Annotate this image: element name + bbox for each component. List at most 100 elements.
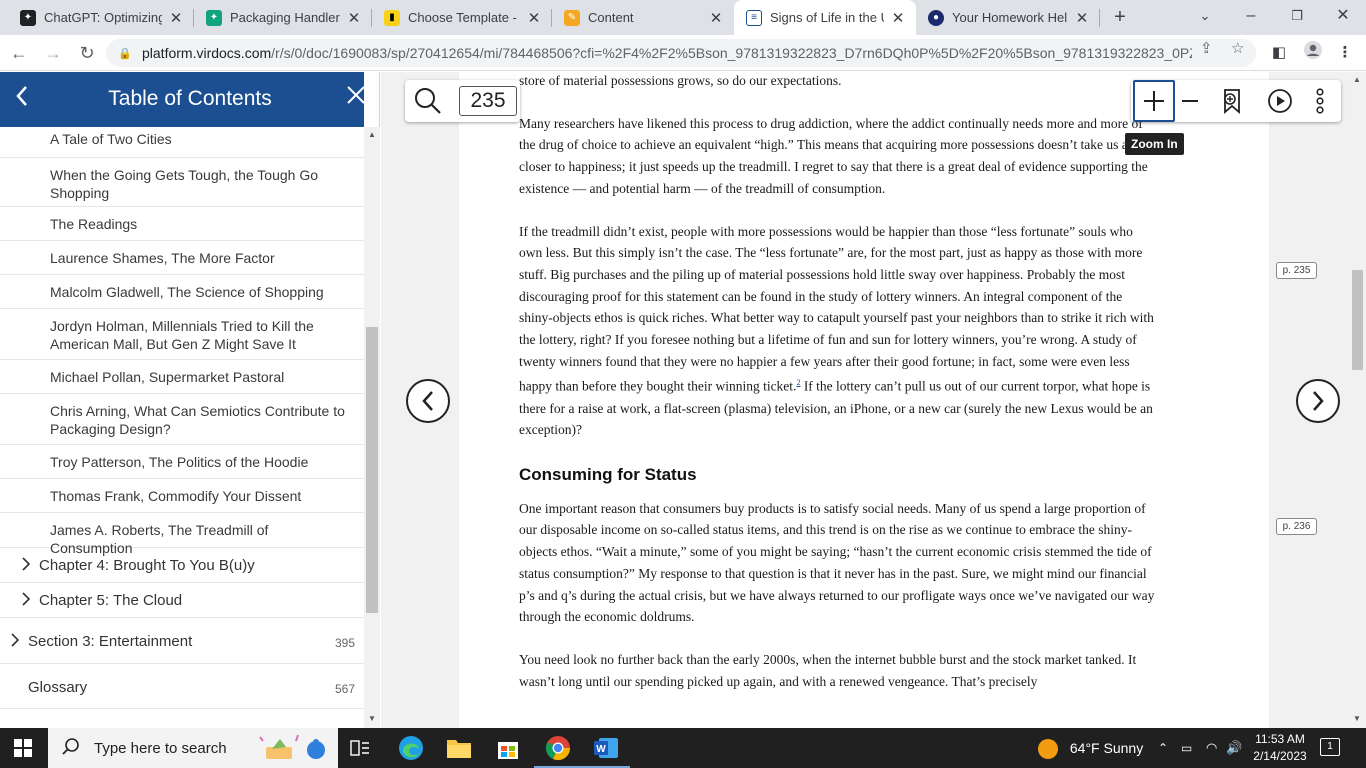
toc-item[interactable]: A Tale of Two Cities xyxy=(0,127,364,158)
bookmark-star-icon[interactable]: ☆ xyxy=(1231,39,1244,57)
taskbar-search-placeholder: Type here to search xyxy=(94,739,227,757)
search-icon xyxy=(62,737,82,760)
toc-sidebar: Table of Contents A Tale of Two Cities W… xyxy=(0,72,380,728)
browser-tab-packaging[interactable]: ✦ Packaging Handler Re ✕ xyxy=(194,0,372,35)
word-app-icon[interactable]: W xyxy=(582,734,630,768)
toc-item[interactable]: Laurence Shames, The More Factor xyxy=(0,241,364,275)
battery-icon[interactable]: ▭ xyxy=(1181,728,1192,768)
windows-start-icon[interactable] xyxy=(14,739,32,757)
browser-tab-signs-of-life[interactable]: ≡ Signs of Life in the US ✕ xyxy=(734,0,916,35)
tab-title: Your Homework Help xyxy=(952,10,1068,25)
system-clock[interactable]: 11:53 AM 2/14/2023 xyxy=(1248,731,1312,765)
notification-center-icon[interactable]: 1 xyxy=(1320,738,1340,756)
toc-item[interactable]: Malcolm Gladwell, The Science of Shoppin… xyxy=(0,275,364,309)
new-tab-button[interactable]: + xyxy=(1108,6,1132,30)
next-page-button[interactable] xyxy=(1296,379,1340,423)
scroll-down-arrow-icon[interactable]: ▼ xyxy=(368,714,376,723)
profile-avatar-icon[interactable] xyxy=(1300,40,1326,66)
read-aloud-button[interactable] xyxy=(1259,80,1301,122)
scroll-up-arrow-icon[interactable]: ▲ xyxy=(368,130,376,139)
close-tab-icon[interactable]: ✕ xyxy=(1074,9,1090,27)
paragraph: If the treadmill didn’t exist, people wi… xyxy=(519,223,1154,438)
file-explorer-icon[interactable] xyxy=(445,734,473,762)
clock-time: 11:53 AM xyxy=(1255,732,1305,746)
restore-button[interactable]: ❐ xyxy=(1274,0,1320,35)
url-omnibox[interactable]: 🔒 platform.virdocs.com/r/s/0/doc/1690083… xyxy=(106,39,1256,67)
add-bookmark-button[interactable] xyxy=(1211,80,1253,122)
weather-widget[interactable]: 64°F Sunny xyxy=(1038,728,1143,768)
lock-icon: 🔒 xyxy=(118,47,132,60)
toc-chapter-item[interactable]: Chapter 5: The Cloud xyxy=(0,583,364,618)
show-hidden-icons-chevron-icon[interactable]: ⌃ xyxy=(1158,728,1168,768)
windows-taskbar: Type here to search W 64°F Sunny ⌃ ▭ ◠ 🔊… xyxy=(0,728,1366,768)
toc-chapter-item[interactable]: Chapter 4: Brought To You B(u)y xyxy=(0,548,364,583)
section-heading: Consuming for Status xyxy=(519,465,697,485)
chevron-right-icon xyxy=(21,592,31,610)
play-circle-icon xyxy=(1268,89,1292,113)
back-arrow-icon[interactable]: ← xyxy=(6,40,32,66)
search-icon[interactable] xyxy=(413,86,443,116)
reload-icon[interactable]: ↻ xyxy=(74,40,100,66)
side-panel-icon[interactable]: ◧ xyxy=(1266,40,1292,66)
toc-item[interactable]: James A. Roberts, The Treadmill of Consu… xyxy=(0,513,364,556)
toc-item[interactable]: Jordyn Holman, Millennials Tried to Kill… xyxy=(0,309,364,360)
address-bar: ← → ↻ 🔒 platform.virdocs.com/r/s/0/doc/1… xyxy=(0,35,1366,71)
previous-page-button[interactable] xyxy=(406,379,450,423)
url-text[interactable]: platform.virdocs.com/r/s/0/doc/1690083/s… xyxy=(142,45,1192,61)
page-number-input[interactable]: 235 xyxy=(459,86,517,116)
footnote-link[interactable]: 2 xyxy=(796,378,800,387)
toc-section-item[interactable]: Glossary 567 xyxy=(0,664,364,709)
toc-item[interactable]: Thomas Frank, Commodify Your Dissent xyxy=(0,479,364,513)
toc-scrollbar[interactable]: ▲ ▼ xyxy=(364,127,380,728)
wifi-icon[interactable]: ◠ xyxy=(1206,728,1217,768)
plus-icon xyxy=(1144,91,1164,111)
forward-arrow-icon[interactable]: → xyxy=(40,40,66,66)
more-vertical-icon xyxy=(1316,88,1324,114)
scroll-up-arrow-icon[interactable]: ▲ xyxy=(1353,75,1361,84)
close-icon[interactable] xyxy=(346,84,366,112)
toc-item[interactable]: Chris Arning, What Can Semiotics Contrib… xyxy=(0,394,364,445)
toc-title: Table of Contents xyxy=(108,87,272,110)
close-tab-icon[interactable]: ✕ xyxy=(708,9,724,27)
browser-tab-chatgpt[interactable]: ✦ ChatGPT: Optimizing L ✕ xyxy=(8,0,194,35)
close-tab-icon[interactable]: ✕ xyxy=(526,9,542,27)
close-window-button[interactable]: ✕ xyxy=(1320,0,1366,35)
toc-item[interactable]: Michael Pollan, Supermarket Pastoral xyxy=(0,360,364,394)
paragraph: You need look no further back than the e… xyxy=(519,651,1137,689)
toc-scroll-thumb[interactable] xyxy=(366,327,378,613)
taskbar-search-box[interactable]: Type here to search xyxy=(48,728,338,768)
browser-tab-homework[interactable]: ● Your Homework Help ✕ xyxy=(916,0,1100,35)
browser-tab-content[interactable]: ✎ Content ✕ xyxy=(552,0,734,35)
close-tab-icon[interactable]: ✕ xyxy=(168,9,184,27)
volume-icon[interactable]: 🔊 xyxy=(1226,728,1242,768)
task-view-icon[interactable] xyxy=(346,734,374,762)
pencil-icon: ✎ xyxy=(564,9,580,26)
page-marker: p. 235 xyxy=(1276,262,1317,279)
reader-scrollbar[interactable]: ▲ ▼ xyxy=(1349,72,1366,728)
minimize-button[interactable]: – xyxy=(1228,0,1274,35)
paragraph: store of material possessions grows, so … xyxy=(519,73,842,88)
minus-icon xyxy=(1182,100,1198,102)
chevron-left-icon xyxy=(422,391,433,411)
sun-icon xyxy=(1038,739,1058,760)
microsoft-store-icon[interactable] xyxy=(494,734,522,762)
chrome-browser-icon[interactable] xyxy=(534,734,582,768)
zoom-out-button[interactable] xyxy=(1169,80,1211,122)
toc-item[interactable]: Troy Patterson, The Politics of the Hood… xyxy=(0,445,364,479)
browser-menu-icon[interactable]: ⋮ xyxy=(1332,40,1358,66)
close-tab-icon[interactable]: ✕ xyxy=(890,9,906,27)
browser-tab-template[interactable]: ▮ Choose Template - Re ✕ xyxy=(372,0,552,35)
close-tab-icon[interactable]: ✕ xyxy=(346,9,362,27)
tab-title: Signs of Life in the US xyxy=(770,10,884,25)
chatgpt-icon: ✦ xyxy=(206,9,222,26)
edge-browser-icon[interactable] xyxy=(397,734,425,762)
toc-section-item[interactable]: Section 3: Entertainment 395 xyxy=(0,618,364,664)
toc-item[interactable]: When the Going Gets Tough, the Tough Go … xyxy=(0,158,364,207)
more-options-button[interactable] xyxy=(1299,80,1341,122)
tab-search-chevron-icon[interactable]: ⌄ xyxy=(1182,0,1228,35)
toc-item[interactable]: The Readings xyxy=(0,207,364,241)
reader-scroll-thumb[interactable] xyxy=(1352,270,1363,370)
scroll-down-arrow-icon[interactable]: ▼ xyxy=(1353,714,1361,723)
page-search-box: 235 xyxy=(405,80,520,122)
share-icon[interactable]: ⇪ xyxy=(1200,39,1213,57)
